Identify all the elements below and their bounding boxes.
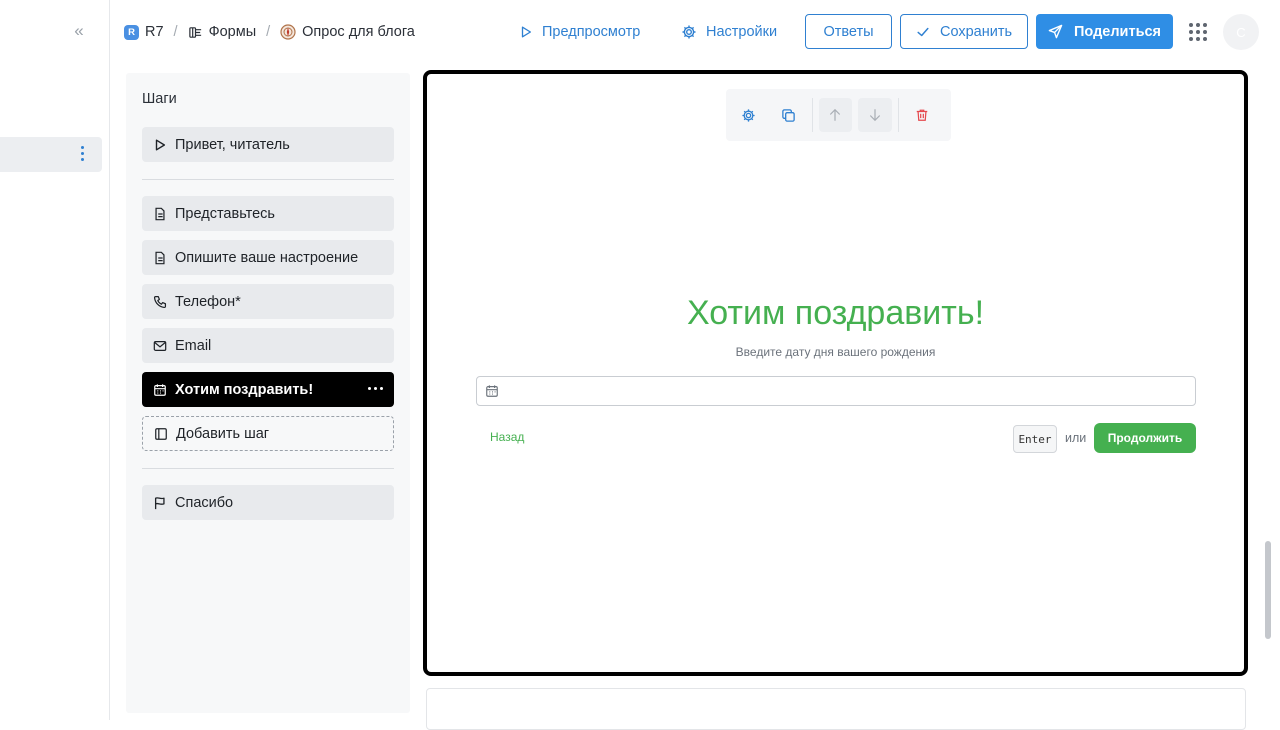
breadcrumb-forms-label: Формы <box>208 24 257 40</box>
preview-button[interactable]: Предпросмотр <box>519 22 640 42</box>
step-label: Хотим поздравить! <box>175 381 314 398</box>
step-settings-button[interactable] <box>732 98 766 132</box>
step-label: Опишите ваше настроение <box>175 249 359 266</box>
move-up-button[interactable] <box>818 98 853 132</box>
date-field[interactable] <box>476 376 1196 406</box>
left-sidebar: « <box>0 0 110 720</box>
step-item[interactable]: Опишите ваше настроение <box>142 240 394 275</box>
gear-icon <box>682 25 696 39</box>
gear-icon <box>742 108 755 122</box>
steps-divider <box>142 468 394 469</box>
breadcrumb-separator: / <box>266 24 271 40</box>
continue-button[interactable]: Продолжить <box>1094 423 1196 453</box>
move-down-button[interactable] <box>858 98 893 132</box>
breadcrumb: R R7 / Формы / Опрос для блога <box>124 22 415 42</box>
document-icon <box>155 251 165 264</box>
step-label: Email <box>175 337 212 354</box>
add-step-label: Добавить шаг <box>176 425 270 442</box>
question-subtitle[interactable]: Введите дату дня вашего рождения <box>427 345 1244 359</box>
flag-icon <box>154 496 165 509</box>
copy-icon <box>782 108 795 122</box>
apps-grid-icon[interactable] <box>1189 23 1207 41</box>
step-toolbar <box>726 89 951 141</box>
steps-divider <box>142 179 394 180</box>
calendar-icon <box>486 385 498 397</box>
duplicate-step-button[interactable] <box>772 98 806 132</box>
step-item-active[interactable]: Хотим поздравить! <box>142 372 394 407</box>
step-item[interactable]: Представьтесь <box>142 196 394 231</box>
more-vertical-icon[interactable] <box>79 146 85 163</box>
delete-step-button[interactable] <box>905 98 939 132</box>
collapse-sidebar-icon[interactable]: « <box>70 22 88 40</box>
steps-title: Шаги <box>142 91 177 107</box>
settings-label: Настройки <box>706 24 778 40</box>
step-label: Привет, читатель <box>175 136 290 153</box>
step-label: Спасибо <box>175 494 234 511</box>
send-icon <box>1048 24 1063 39</box>
toolbar-divider <box>898 98 900 132</box>
date-input[interactable] <box>507 381 1191 403</box>
trash-icon <box>916 109 928 121</box>
breadcrumb-workspace[interactable]: R R7 <box>124 24 164 40</box>
responses-label: Ответы <box>823 23 874 40</box>
toolbar-divider <box>811 98 813 132</box>
step-label: Телефон* <box>175 293 241 310</box>
steps-panel: Шаги Привет, читатель Представьтесь Опиш… <box>126 73 410 713</box>
mail-icon <box>153 340 167 351</box>
settings-button[interactable]: Настройки <box>681 22 777 42</box>
avatar[interactable]: C <box>1223 14 1259 50</box>
responses-button[interactable]: Ответы <box>805 14 892 49</box>
more-horizontal-icon[interactable] <box>368 387 383 390</box>
check-icon <box>917 27 929 36</box>
next-step-card[interactable] <box>426 688 1246 730</box>
scrollbar-thumb[interactable] <box>1265 541 1271 639</box>
breadcrumb-separator: / <box>173 24 178 40</box>
save-button[interactable]: Сохранить <box>900 14 1028 49</box>
play-icon <box>521 26 532 38</box>
question-title[interactable]: Хотим поздравить! <box>427 294 1244 333</box>
compass-icon <box>280 24 296 40</box>
step-ending[interactable]: Спасибо <box>142 485 394 520</box>
sidebar-selected-item[interactable] <box>0 137 102 172</box>
add-step-button[interactable]: Добавить шаг <box>142 416 394 451</box>
share-label: Поделиться <box>1073 23 1162 40</box>
enter-key-hint: Enter <box>1013 425 1057 453</box>
preview-label: Предпросмотр <box>542 24 641 40</box>
step-canvas: Хотим поздравить! Введите дату дня вашег… <box>423 70 1248 676</box>
workspace-badge-icon: R <box>124 24 139 40</box>
back-button[interactable]: Назад <box>490 430 524 444</box>
add-step-icon <box>155 427 167 440</box>
step-item[interactable]: Email <box>142 328 394 363</box>
breadcrumb-workspace-label: R7 <box>145 24 164 40</box>
or-text: или <box>1065 431 1087 445</box>
step-welcome[interactable]: Привет, читатель <box>142 127 394 162</box>
calendar-icon <box>154 383 166 396</box>
document-icon <box>155 207 165 220</box>
save-label: Сохранить <box>939 23 1013 40</box>
forms-icon <box>188 26 201 38</box>
step-label: Представьтесь <box>175 205 275 222</box>
arrow-down-icon <box>870 109 881 122</box>
share-button[interactable]: Поделиться <box>1036 14 1173 49</box>
arrow-up-icon <box>830 108 841 121</box>
play-icon <box>155 138 166 151</box>
phone-icon <box>153 295 167 308</box>
breadcrumb-forms[interactable]: Формы <box>188 24 257 40</box>
breadcrumb-form-label: Опрос для блога <box>302 24 415 40</box>
breadcrumb-form[interactable]: Опрос для блога <box>280 24 415 40</box>
step-item[interactable]: Телефон* <box>142 284 394 319</box>
